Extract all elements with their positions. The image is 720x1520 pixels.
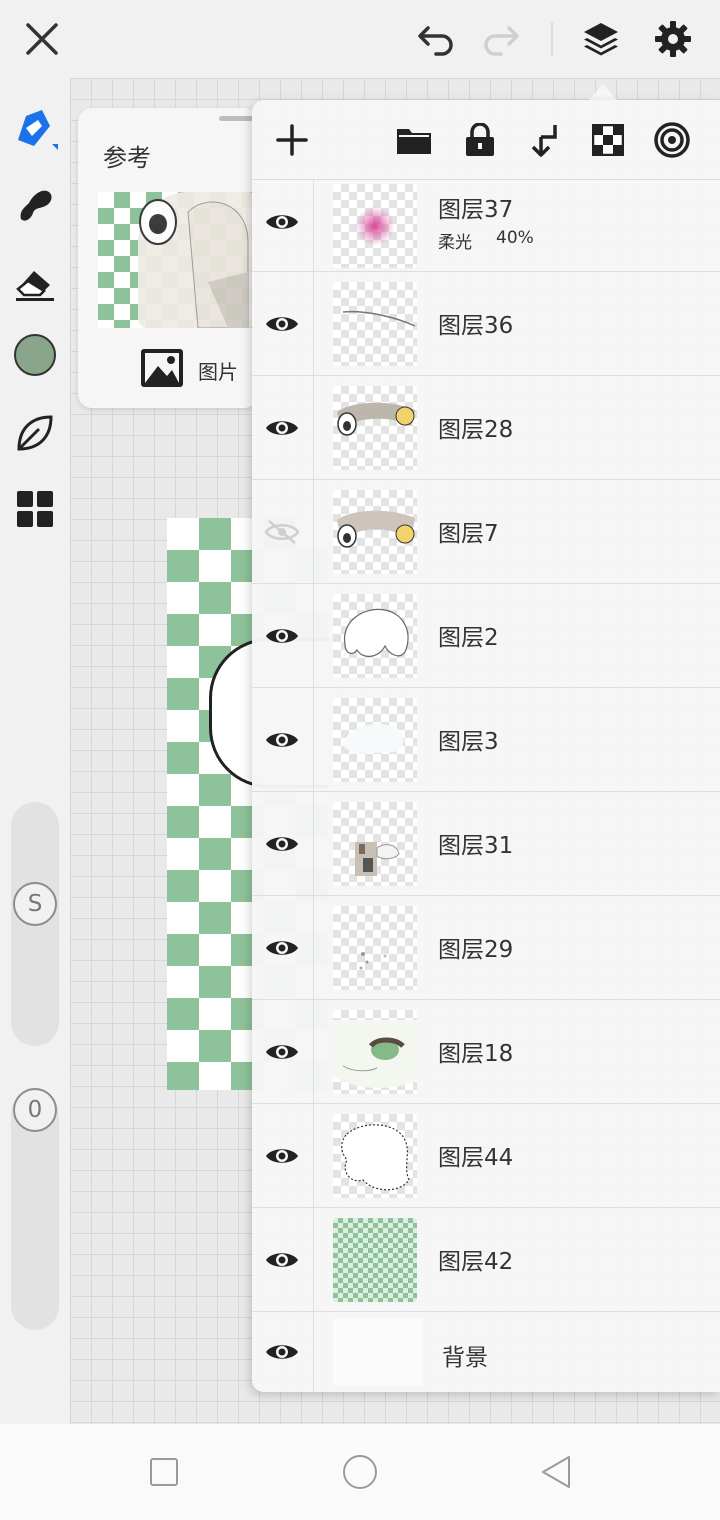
layer-name: 图层44: [438, 1145, 514, 1171]
layers-toolbar: [252, 100, 720, 180]
image-icon: [140, 348, 184, 392]
layer-name: 图层7: [438, 521, 499, 547]
layer-name: 图层18: [438, 1041, 514, 1067]
folder-icon[interactable]: [394, 120, 434, 160]
layer-row[interactable]: 背景: [252, 1312, 720, 1392]
layer-list: 图层37 柔光 40% 图层36 图层28 图层7 图层2 图层3 图层31 图…: [252, 180, 720, 1392]
layer-thumbnail: [333, 1114, 417, 1198]
layer-name: 图层2: [438, 625, 499, 651]
system-nav-bar: [0, 1424, 720, 1520]
reference-footer[interactable]: 图片: [78, 328, 258, 408]
color-swatch[interactable]: [12, 332, 58, 378]
layer-row[interactable]: 图层7: [252, 480, 720, 584]
eye-icon[interactable]: [264, 1034, 300, 1070]
redo-icon[interactable]: [481, 19, 521, 59]
eye-icon[interactable]: [264, 722, 300, 758]
leaf-tool-icon[interactable]: [12, 410, 58, 456]
layer-name: 图层42: [438, 1249, 514, 1275]
layer-name: 图层37: [438, 197, 514, 223]
merge-down-icon[interactable]: [524, 120, 564, 160]
close-icon[interactable]: [22, 19, 62, 59]
layer-thumbnail: [333, 184, 417, 268]
layers-panel: 图层37 柔光 40% 图层36 图层28 图层7 图层2 图层3 图层31 图…: [252, 100, 720, 1392]
lock-icon[interactable]: [460, 120, 500, 160]
layer-row[interactable]: 图层18: [252, 1000, 720, 1104]
undo-icon[interactable]: [416, 19, 456, 59]
layers-icon[interactable]: [581, 19, 621, 59]
layer-name: 图层31: [438, 833, 514, 859]
settings-icon[interactable]: [653, 19, 693, 59]
layer-row[interactable]: 图层28: [252, 376, 720, 480]
layer-name: 图层29: [438, 937, 514, 963]
eye-icon[interactable]: [264, 1242, 300, 1278]
layer-row[interactable]: 图层44: [252, 1104, 720, 1208]
eye-icon[interactable]: [264, 1138, 300, 1174]
layer-thumbnail: [333, 802, 417, 886]
layer-thumbnail: [333, 1218, 417, 1302]
eraser-tool-icon[interactable]: [12, 260, 58, 306]
eye-icon[interactable]: [264, 204, 300, 240]
panel-pointer: [589, 84, 617, 100]
layer-name: 背景: [442, 1345, 488, 1371]
toolbar-divider: [551, 22, 553, 56]
transparency-icon[interactable]: [588, 120, 628, 160]
brush-opacity-knob[interactable]: 0: [13, 1088, 57, 1132]
reference-panel[interactable]: 参考 图片: [78, 108, 258, 408]
layer-thumbnail: [333, 1318, 423, 1386]
brush-tool-icon[interactable]: [12, 106, 58, 152]
layer-opacity: 40%: [496, 228, 534, 248]
reference-image-label: 图片: [198, 360, 238, 384]
grid-menu-icon[interactable]: [12, 486, 58, 532]
brush-size-knob[interactable]: S: [13, 882, 57, 926]
layer-name: 图层3: [438, 729, 499, 755]
reference-title: 参考: [103, 144, 151, 172]
add-layer-icon[interactable]: [272, 120, 312, 160]
layer-row[interactable]: 图层37 柔光 40%: [252, 180, 720, 272]
eye-hidden-icon[interactable]: [264, 514, 300, 550]
layer-thumbnail: [333, 698, 417, 782]
layer-row[interactable]: 图层31: [252, 792, 720, 896]
reference-character: [138, 192, 258, 329]
layer-blend-mode: 柔光: [438, 233, 472, 253]
layer-row[interactable]: 图层42: [252, 1208, 720, 1312]
layer-row[interactable]: 图层29: [252, 896, 720, 1000]
layer-thumbnail: [333, 490, 417, 574]
layer-name: 图层28: [438, 417, 514, 443]
layer-thumbnail: [333, 386, 417, 470]
layer-thumbnail: [333, 1010, 417, 1094]
layer-row[interactable]: 图层3: [252, 688, 720, 792]
back-icon[interactable]: [536, 1452, 576, 1492]
recent-apps-icon[interactable]: [144, 1452, 184, 1492]
top-bar: [0, 0, 720, 78]
layer-row[interactable]: 图层2: [252, 584, 720, 688]
layer-row[interactable]: 图层36: [252, 272, 720, 376]
reference-drag-handle[interactable]: [219, 116, 253, 121]
home-icon[interactable]: [340, 1452, 380, 1492]
left-toolbar: S 0: [0, 78, 70, 1424]
layer-thumbnail: [333, 906, 417, 990]
eye-icon[interactable]: [264, 618, 300, 654]
eye-icon[interactable]: [264, 1334, 300, 1370]
smudge-tool-icon[interactable]: [12, 182, 58, 228]
layer-name: 图层36: [438, 313, 514, 339]
layer-thumbnail: [333, 282, 417, 366]
layer-thumbnail: [333, 594, 417, 678]
eye-icon[interactable]: [264, 410, 300, 446]
eye-icon[interactable]: [264, 826, 300, 862]
eye-icon[interactable]: [264, 930, 300, 966]
layer-effects-icon[interactable]: [652, 120, 692, 160]
eye-icon[interactable]: [264, 306, 300, 342]
